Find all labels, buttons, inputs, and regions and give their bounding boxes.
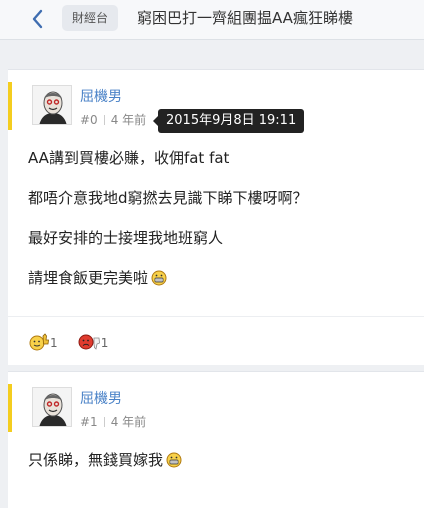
post-line-text: 只係睇，無錢買嫁我 [28,451,164,469]
thumbs-down-emoji-icon [78,334,100,350]
avatar[interactable] [32,85,72,125]
timestamp-tooltip: 2015年9月8日 19:11 [152,109,305,133]
post-time[interactable]: 4 年前 [111,113,146,127]
post-line-text: 請埋食飯更完美啦 [28,269,149,287]
post-line: 最好安排的士接埋我地班窮人 [28,229,224,247]
top-bar: 財經台 窮困巴打一齊組團揾AA瘋狂睇樓 [0,0,424,40]
chevron-left-icon [32,9,43,29]
post-body: 只係睇，無錢買嫁我 [28,450,182,490]
post-meta: #1 4 年前 [80,414,146,430]
username[interactable]: 屈機男 [80,390,122,408]
grin-emoji-icon [166,452,182,468]
dislike-count: 1 [100,336,109,350]
op-accent-bar [8,82,12,130]
like-button[interactable]: 1 [28,332,58,352]
meta-divider [103,115,105,125]
post-line-with-emoji: 請埋食飯更完美啦 [28,268,308,288]
thumbs-up-emoji-icon [29,333,49,351]
meta-divider [103,417,105,427]
topic-title: 窮困巴打一齊組團揾AA瘋狂睇樓 [137,9,353,27]
post: 屈機男 #1 4 年前 只係睇，無錢買嫁我 [8,371,424,508]
reactions: 1 1 [28,332,122,352]
avatar[interactable] [32,387,72,427]
avatar-image [33,388,71,426]
post-body: AA講到買樓必賺，收佣fat fat 都唔介意我地d窮撚去見識下睇下樓呀啊？ 最… [28,148,308,308]
username[interactable]: 屈機男 [80,88,122,106]
like-count: 1 [50,336,58,350]
post-line: 都唔介意我地d窮撚去見識下睇下樓呀啊？ [28,189,308,207]
post-meta: #0 4 年前 [80,112,146,128]
grin-emoji-icon [151,270,167,286]
dislike-button[interactable]: 1 [77,332,109,352]
divider [8,316,424,317]
post-time[interactable]: 4 年前 [111,415,146,429]
avatar-image [33,86,71,124]
floor-number: #0 [80,113,98,127]
post-line: AA講到買樓必賺，收佣fat fat [28,149,230,167]
back-button[interactable] [26,7,50,31]
post-line-with-emoji: 只係睇，無錢買嫁我 [28,450,182,470]
post: 屈機男 #0 4 年前 2015年9月8日 19:11 AA講到買樓必賺，收佣fa… [8,69,424,365]
op-accent-bar [8,384,12,432]
forum-tag[interactable]: 財經台 [62,5,119,31]
floor-number: #1 [80,415,98,429]
